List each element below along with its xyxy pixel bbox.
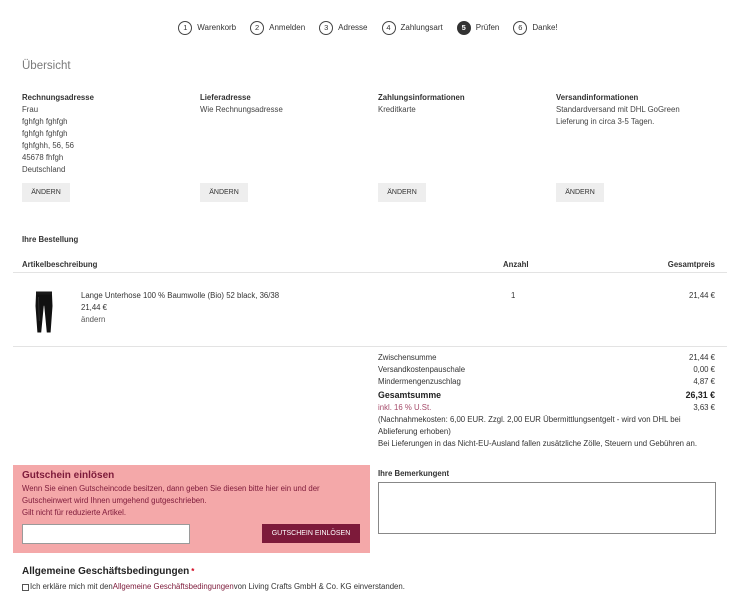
product-name: Lange Unterhose 100 % Baumwolle (Bio) 52… <box>81 291 280 300</box>
step-label: Adresse <box>338 23 368 32</box>
step-review: 5 Prüfen <box>456 21 500 35</box>
step-number: 3 <box>319 21 334 35</box>
step-number: 1 <box>178 21 193 35</box>
product-unit-price: 21,44 € <box>81 303 108 312</box>
step-cart[interactable]: 1 Warenkorb <box>178 21 236 35</box>
column-header-total: Gesamtpreis <box>667 260 715 269</box>
summary-row-subtotal: Zwischensumme 21,44 € <box>378 352 715 364</box>
terms-link[interactable]: Allgemeine Geschäftsbedingungen <box>113 581 234 593</box>
delivery-time: Lieferung in circa 3-5 Tagen. <box>556 117 655 126</box>
step-label: Warenkorb <box>197 23 237 32</box>
step-address[interactable]: 3 Adresse <box>319 21 368 35</box>
coupon-title: Gutschein einlösen <box>22 470 115 481</box>
edit-billing-address-button[interactable]: ÄNDERN <box>22 183 70 202</box>
checkout-steps: 1 Warenkorb 2 Anmelden 3 Adresse 4 Zahlu… <box>0 21 736 35</box>
coupon-description: Wenn Sie einen Gutscheincode besitzen, d… <box>22 483 357 519</box>
terms-heading-text: Allgemeine Geschäftsbedingungen <box>22 566 190 577</box>
column-header-quantity: Anzahl <box>503 260 529 269</box>
page-title: Übersicht <box>22 60 71 72</box>
total-label: Gesamtsumme <box>378 390 442 400</box>
order-heading: Ihre Bestellung <box>22 235 79 244</box>
step-label: Anmelden <box>269 23 306 32</box>
address-line: Deutschland <box>22 165 66 174</box>
summary-label: Mindermengenzuschlag <box>378 377 461 386</box>
terms-text-after: von Living Crafts GmbH & Co. KG einverst… <box>233 582 405 591</box>
product-total: 21,44 € <box>688 291 715 300</box>
leggings-image <box>35 291 53 333</box>
summary-row-total: Gesamtsumme 26,31 € <box>378 388 715 402</box>
coupon-panel: Gutschein einlösen Wenn Sie einen Gutsch… <box>13 465 370 553</box>
total-value: 26,31 € <box>685 390 715 400</box>
step-payment[interactable]: 4 Zahlungsart <box>381 21 443 35</box>
step-label: Prüfen <box>475 23 500 32</box>
coupon-code-input[interactable] <box>22 524 190 544</box>
terms-heading: Allgemeine Geschäftsbedingungen * <box>22 565 194 579</box>
step-label: Danke! <box>532 23 558 32</box>
column-header-description: Artikelbeschreibung <box>22 260 98 269</box>
payment-method: Kreditkarte <box>378 105 416 114</box>
shipping-method: Standardversand mit DHL GoGreen <box>556 105 680 114</box>
address-line: 45678 fhfgh <box>22 153 64 162</box>
step-thanks: 6 Danke! <box>513 21 558 35</box>
step-number: 2 <box>250 21 265 35</box>
product-details: Lange Unterhose 100 % Baumwolle (Bio) 52… <box>81 290 279 326</box>
summary-value: 21,44 € <box>688 353 715 362</box>
coupon-instructions: Wenn Sie einen Gutscheincode besitzen, d… <box>22 484 320 505</box>
summary-label: Zwischensumme <box>378 353 437 362</box>
edit-item-link[interactable]: ändern <box>81 314 279 326</box>
shipping-info-column: Versandinformationen Standardversand mit… <box>556 92 726 204</box>
step-login[interactable]: 2 Anmelden <box>250 21 305 35</box>
column-heading: Zahlungsinformationen <box>378 93 465 102</box>
cod-note: (Nachnahmekosten: 6,00 EUR. Zzgl. 2,00 E… <box>378 415 681 436</box>
required-marker: * <box>191 567 195 576</box>
address-line: Frau <box>22 105 39 114</box>
tax-label: inkl. 16 % U.St. <box>378 403 432 412</box>
summary-value: 0,00 € <box>693 365 715 374</box>
summary-row-surcharge: Mindermengenzuschlag 4,87 € <box>378 376 715 388</box>
summary-value: 4,87 € <box>693 377 715 386</box>
column-heading: Lieferadresse <box>200 93 251 102</box>
payment-info-column: Zahlungsinformationen Kreditkarte ÄNDERN <box>378 92 548 204</box>
shipping-address-column: Lieferadresse Wie Rechnungsadresse ÄNDER… <box>200 92 370 204</box>
billing-address-column: Rechnungsadresse Frau fghfgh fghfgh fghf… <box>22 92 192 204</box>
divider <box>13 346 727 347</box>
edit-shipping-button[interactable]: ÄNDERN <box>556 183 604 202</box>
redeem-coupon-button[interactable]: GUTSCHEIN EINLÖSEN <box>262 524 360 543</box>
step-label: Zahlungsart <box>400 23 443 32</box>
terms-agreement: Ich erkläre mich mit den Allgemeine Gesc… <box>22 581 405 593</box>
step-number: 5 <box>456 21 471 35</box>
column-heading: Rechnungsadresse <box>22 93 94 102</box>
tax-value: 3,63 € <box>693 403 715 412</box>
summary-row-shipping: Versandkostenpauschale 0,00 € <box>378 364 715 376</box>
terms-checkbox[interactable] <box>22 583 29 591</box>
terms-text-before: Ich erkläre mich mit den <box>30 582 113 591</box>
address-line: fghfghh, 56, 56 <box>22 141 75 150</box>
remarks-label: Ihre Bemerkungent <box>378 469 450 478</box>
edit-payment-button[interactable]: ÄNDERN <box>378 183 426 202</box>
coupon-restriction: Gilt nicht für reduzierte Artikel. <box>22 508 126 517</box>
product-quantity: 1 <box>511 291 516 300</box>
column-heading: Versandinformationen <box>556 93 639 102</box>
address-line: Wie Rechnungsadresse <box>200 105 283 114</box>
product-image[interactable] <box>34 291 54 333</box>
non-eu-note: Bei Lieferungen in das Nicht-EU-Ausland … <box>378 439 697 448</box>
remarks-textarea[interactable] <box>378 482 716 534</box>
address-line: fghfgh fghfgh <box>22 117 68 126</box>
edit-shipping-address-button[interactable]: ÄNDERN <box>200 183 248 202</box>
divider <box>13 272 727 273</box>
step-number: 4 <box>381 21 396 35</box>
summary-row-tax: inkl. 16 % U.St. 3,63 € <box>378 402 715 414</box>
step-number: 6 <box>513 21 528 35</box>
summary-label: Versandkostenpauschale <box>378 365 466 374</box>
address-line: fghfgh fghfgh <box>22 129 68 138</box>
order-summary: Zwischensumme 21,44 € Versandkostenpausc… <box>378 352 715 450</box>
